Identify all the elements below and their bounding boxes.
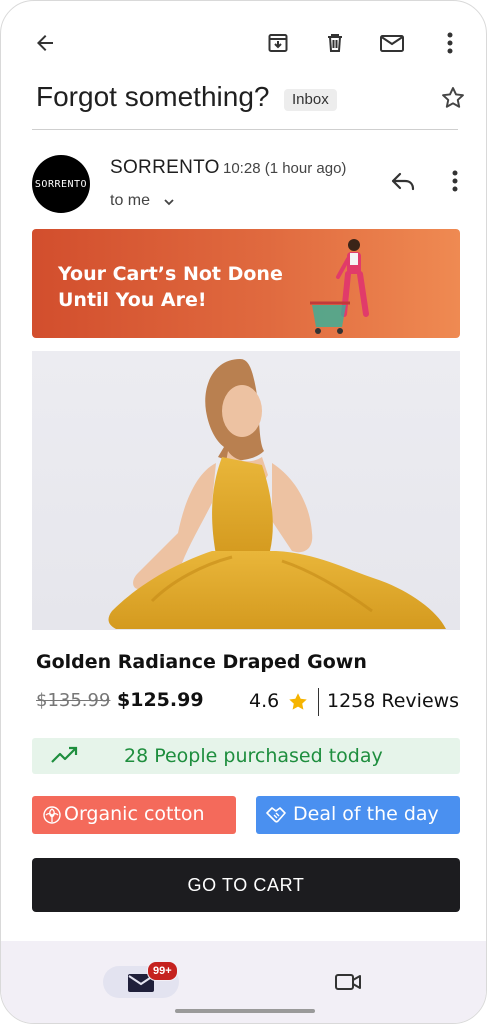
banner-headline: Your Cart’s Not Done Until You Are! — [58, 261, 318, 313]
sender-avatar[interactable]: SORRENTO — [32, 155, 90, 213]
cotton-flower-icon — [43, 806, 61, 824]
sender-name: SORRENTO — [110, 157, 220, 178]
video-icon[interactable] — [334, 970, 362, 994]
top-app-bar — [1, 1, 486, 81]
inbox-label-chip[interactable]: Inbox — [284, 89, 337, 111]
star-icon — [289, 693, 307, 710]
reply-icon[interactable] — [383, 161, 423, 201]
promo-banner[interactable]: Your Cart’s Not Done Until You Are! — [32, 229, 460, 338]
product-rating: 4.6 — [249, 690, 280, 712]
organic-cotton-chip[interactable]: Organic cotton — [32, 796, 236, 834]
go-to-cart-button[interactable]: GO TO CART — [32, 858, 460, 912]
email-timestamp: 10:28 (1 hour ago) — [223, 160, 347, 177]
chevron-down-icon[interactable] — [162, 195, 176, 209]
archive-icon[interactable] — [258, 23, 298, 63]
home-indicator[interactable] — [175, 1009, 315, 1013]
product-image[interactable] — [32, 351, 460, 630]
trending-up-icon — [51, 746, 78, 763]
shopper-with-cart-image — [310, 239, 369, 334]
model-in-yellow-gown-image — [108, 359, 446, 629]
more-vert-icon[interactable] — [430, 23, 470, 63]
star-outline-icon[interactable] — [433, 78, 473, 118]
banner-line-1: Your Cart’s Not Done — [58, 263, 283, 285]
original-price: $135.99 — [36, 690, 111, 711]
trash-icon[interactable] — [315, 23, 355, 63]
divider — [32, 129, 458, 130]
message-more-icon[interactable] — [435, 161, 475, 201]
mail-icon[interactable] — [372, 23, 412, 63]
phone-frame: Forgot something? Inbox SORRENTO SORRENT… — [0, 0, 487, 1024]
handshake-icon — [266, 807, 286, 823]
sale-price: $125.99 — [117, 689, 204, 711]
purchased-today-text: 28 People purchased today — [124, 745, 383, 767]
deal-of-the-day-label: Deal of the day — [293, 803, 439, 825]
banner-line-2: Until You Are! — [58, 289, 207, 311]
email-subject: Forgot something? — [36, 81, 270, 112]
organic-cotton-label: Organic cotton — [64, 803, 205, 825]
deal-of-the-day-chip[interactable]: Deal of the day — [256, 796, 460, 834]
product-name[interactable]: Golden Radiance Draped Gown — [36, 651, 367, 673]
back-arrow-icon[interactable] — [25, 23, 65, 63]
recipient-details[interactable]: to me — [110, 192, 150, 210]
rating-separator — [318, 688, 319, 716]
unread-count-badge: 99+ — [147, 961, 178, 981]
review-count[interactable]: 1258 Reviews — [327, 690, 459, 712]
